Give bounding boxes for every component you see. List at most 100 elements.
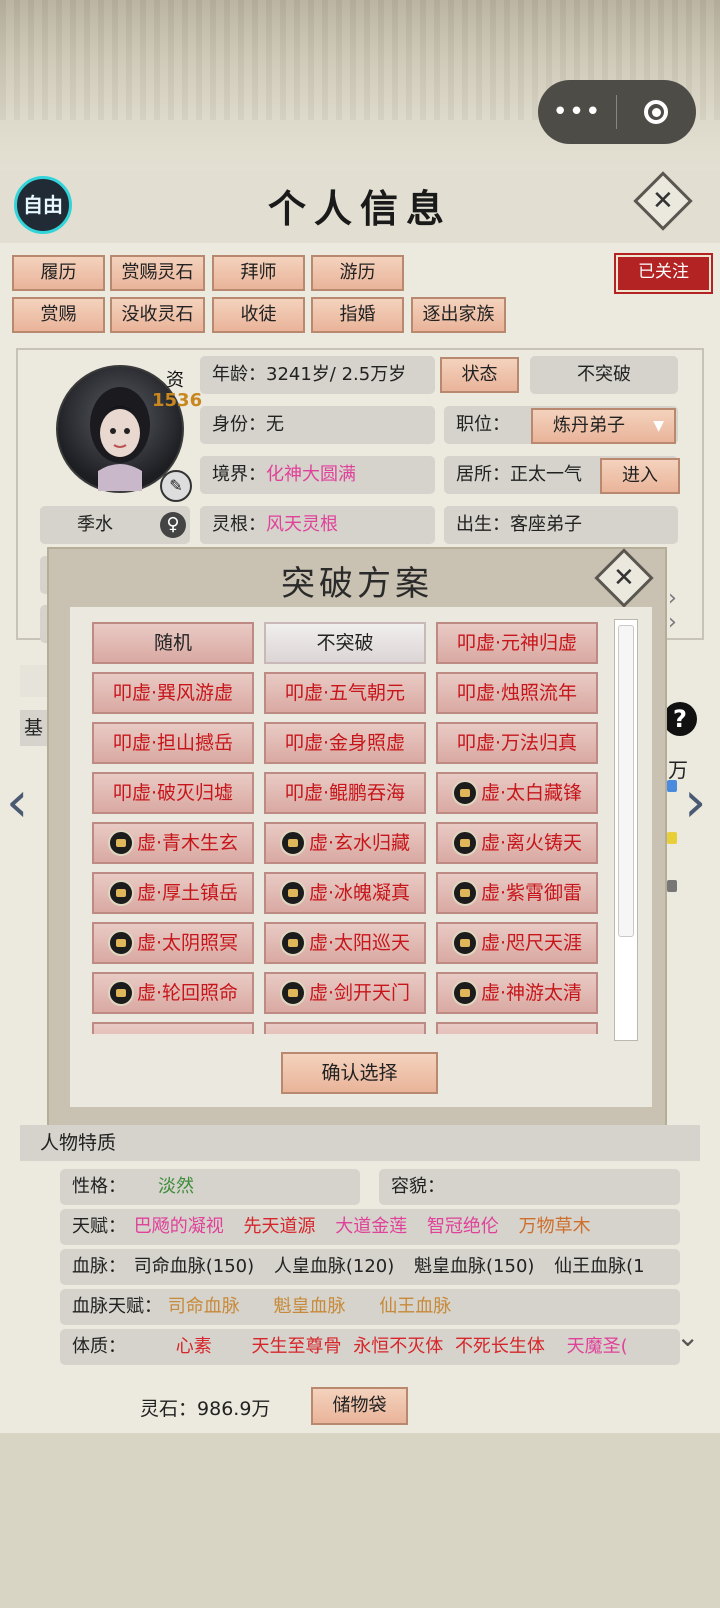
breakthrough-option[interactable]: 虚·冰魄凝真 bbox=[264, 872, 426, 914]
breakthrough-option[interactable]: 虚·咫尺天涯 bbox=[436, 922, 598, 964]
age-field: 年龄：3241岁/ 2.5万岁 bbox=[200, 356, 435, 394]
expel-button[interactable]: 逐出家族 bbox=[411, 297, 506, 333]
breakthrough-option[interactable]: 叩虚·金身照虚 bbox=[264, 722, 426, 764]
option-label: 虚·咫尺天涯 bbox=[480, 932, 583, 954]
realm-label: 境界： bbox=[212, 464, 266, 485]
position-select[interactable]: 炼丹弟子 ▼ bbox=[531, 408, 676, 444]
bloodline-talent-item[interactable]: 魁皇血脉 bbox=[273, 1296, 345, 1317]
lock-icon bbox=[279, 980, 306, 1006]
take-disciple-button[interactable]: 收徒 bbox=[212, 297, 305, 333]
breakthrough-option-partial[interactable] bbox=[264, 1022, 426, 1034]
option-label: 叩虚·破灭归墟 bbox=[112, 782, 234, 804]
lock-icon bbox=[107, 880, 134, 906]
next-arrow-icon[interactable]: › bbox=[684, 775, 706, 831]
female-icon: ♀ bbox=[160, 512, 186, 538]
option-label: 虚·太白藏锋 bbox=[480, 782, 583, 804]
breakthrough-option[interactable]: 虚·青木生玄 bbox=[92, 822, 254, 864]
breakthrough-state[interactable]: 不突破 bbox=[530, 356, 678, 394]
bloodline-talent-row: 血脉天赋： 司命血脉 魁皇血脉 仙王血脉 bbox=[60, 1289, 680, 1325]
talent-item[interactable]: 巴飏的凝视 bbox=[134, 1216, 224, 1237]
breakthrough-option[interactable]: 虚·紫霄御雷 bbox=[436, 872, 598, 914]
breakthrough-option[interactable]: 虚·离火铸天 bbox=[436, 822, 598, 864]
breakthrough-option[interactable]: 叩虚·巽风游虚 bbox=[92, 672, 254, 714]
identity-field: 身份：无 bbox=[200, 406, 435, 444]
talent-label: 天赋： bbox=[72, 1216, 126, 1237]
option-label: 虚·冰魄凝真 bbox=[308, 882, 411, 904]
help-icon[interactable]: ? bbox=[663, 702, 697, 736]
option-label: 叩虚·元神归虚 bbox=[456, 632, 578, 654]
take-master-button[interactable]: 拜师 bbox=[212, 255, 305, 291]
edit-icon[interactable]: ✎ bbox=[160, 470, 192, 502]
identity-label: 身份： bbox=[212, 414, 266, 435]
lock-icon bbox=[451, 780, 478, 806]
breakthrough-option-partial[interactable] bbox=[436, 1022, 598, 1034]
breakthrough-option[interactable]: 虚·太阴照冥 bbox=[92, 922, 254, 964]
breakthrough-option[interactable]: 叩虚·五气朝元 bbox=[264, 672, 426, 714]
realm-value: 化神大圆满 bbox=[266, 464, 356, 485]
breakthrough-option[interactable]: 虚·剑开天门 bbox=[264, 972, 426, 1014]
expand-chevron-icon[interactable]: ⌄ bbox=[676, 1320, 699, 1353]
legend-swatch bbox=[667, 880, 677, 892]
physique-item[interactable]: 天生至尊骨 bbox=[251, 1336, 341, 1357]
talent-item[interactable]: 先天道源 bbox=[243, 1216, 315, 1237]
breakthrough-option[interactable]: 叩虚·元神归虚 bbox=[436, 622, 598, 664]
birth-value: 客座弟子 bbox=[510, 514, 582, 535]
breakthrough-option[interactable]: 虚·神游太清 bbox=[436, 972, 598, 1014]
breakthrough-option[interactable]: 随机 bbox=[92, 622, 254, 664]
prev-arrow-icon[interactable]: ‹ bbox=[6, 775, 28, 831]
aptitude-label: 资 bbox=[166, 370, 184, 391]
physique-item[interactable]: 不死长生体 bbox=[455, 1336, 545, 1357]
arrange-marriage-button[interactable]: 指婚 bbox=[311, 297, 404, 333]
birth-field: 出生：客座弟子 bbox=[444, 506, 678, 544]
breakthrough-option[interactable]: 叩虚·担山撼岳 bbox=[92, 722, 254, 764]
talent-item[interactable]: 万物草木 bbox=[519, 1216, 591, 1237]
reward-stones-button[interactable]: 赏赐灵石 bbox=[110, 255, 205, 291]
target-icon[interactable] bbox=[617, 100, 695, 124]
root-label: 灵根： bbox=[212, 514, 266, 535]
breakthrough-option[interactable]: 叩虚·鲲鹏吞海 bbox=[264, 772, 426, 814]
breakthrough-option-partial[interactable] bbox=[92, 1022, 254, 1034]
history-button[interactable]: 履历 bbox=[12, 255, 105, 291]
option-label: 随机 bbox=[153, 632, 192, 654]
identity-value: 无 bbox=[266, 414, 284, 435]
breakthrough-option[interactable]: 虚·太阳巡天 bbox=[264, 922, 426, 964]
enter-button[interactable]: 进入 bbox=[600, 458, 680, 494]
talent-item[interactable]: 大道金莲 bbox=[335, 1216, 407, 1237]
travel-button[interactable]: 游历 bbox=[311, 255, 404, 291]
breakthrough-option[interactable]: 叩虚·破灭归墟 bbox=[92, 772, 254, 814]
confirm-button[interactable]: 确认选择 bbox=[281, 1052, 438, 1094]
avatar-portrait bbox=[90, 387, 150, 491]
bloodline-item[interactable]: 魁皇血脉(150) bbox=[414, 1256, 534, 1277]
bottom-background bbox=[0, 1433, 720, 1608]
bloodline-item[interactable]: 司命血脉(150) bbox=[134, 1256, 254, 1277]
breakthrough-option[interactable]: 虚·厚土镇岳 bbox=[92, 872, 254, 914]
confiscate-stones-button[interactable]: 没收灵石 bbox=[110, 297, 205, 333]
breakthrough-option[interactable]: 叩虚·烛照流年 bbox=[436, 672, 598, 714]
status-button[interactable]: 状态 bbox=[440, 357, 519, 393]
bloodline-item[interactable]: 仙王血脉(1 bbox=[554, 1256, 644, 1277]
option-label: 叩虚·五气朝元 bbox=[284, 682, 406, 704]
more-menu-icon[interactable]: ••• bbox=[538, 80, 616, 144]
breakthrough-option[interactable]: 虚·轮回照命 bbox=[92, 972, 254, 1014]
physique-item[interactable]: 心素 bbox=[176, 1336, 212, 1357]
physique-item[interactable]: 天魔圣( bbox=[567, 1336, 628, 1357]
option-label: 虚·轮回照命 bbox=[136, 982, 239, 1004]
breakthrough-option[interactable]: 虚·玄水归藏 bbox=[264, 822, 426, 864]
lock-icon bbox=[451, 930, 478, 956]
followed-badge[interactable]: 已关注 bbox=[614, 253, 713, 294]
option-label: 虚·神游太清 bbox=[480, 982, 583, 1004]
breakthrough-option[interactable]: 叩虚·万法归真 bbox=[436, 722, 598, 764]
breakthrough-option[interactable]: 虚·太白藏锋 bbox=[436, 772, 598, 814]
storage-bag-button[interactable]: 储物袋 bbox=[311, 1387, 408, 1425]
bloodline-talent-item[interactable]: 仙王血脉 bbox=[379, 1296, 451, 1317]
bloodline-item[interactable]: 人皇血脉(120) bbox=[274, 1256, 394, 1277]
breakthrough-option[interactable]: 不突破 bbox=[264, 622, 426, 664]
reward-button[interactable]: 赏赐 bbox=[12, 297, 105, 333]
physique-item[interactable]: 永恒不灭体 bbox=[353, 1336, 443, 1357]
appearance-label: 容貌： bbox=[391, 1176, 445, 1197]
bloodline-talent-item[interactable]: 司命血脉 bbox=[168, 1296, 240, 1317]
appearance-field: 容貌： bbox=[379, 1169, 680, 1205]
lock-icon bbox=[279, 930, 306, 956]
scrollbar-thumb[interactable] bbox=[618, 625, 634, 937]
talent-item[interactable]: 智冠绝伦 bbox=[427, 1216, 499, 1237]
